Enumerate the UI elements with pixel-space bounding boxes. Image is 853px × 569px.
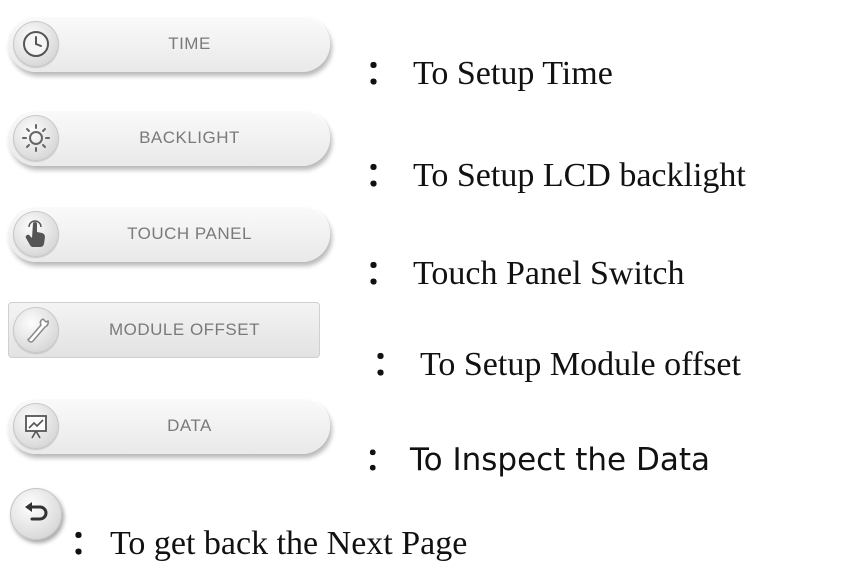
backlight-button[interactable]: BACKLIGHT (8, 110, 330, 166)
module-offset-description: ： To Setup Module offset (372, 344, 741, 384)
hand-touch-icon (13, 211, 59, 257)
time-description: ： To Setup Time (365, 53, 613, 93)
wrench-icon (13, 307, 59, 353)
data-button[interactable]: DATA (8, 398, 330, 454)
backlight-button-label: BACKLIGHT (139, 128, 240, 147)
touch-panel-button[interactable]: TOUCH PANEL (8, 206, 330, 262)
back-description: ： To get back the Next Page (70, 523, 468, 563)
touch-panel-button-label: TOUCH PANEL (127, 224, 252, 243)
time-button-label: TIME (168, 34, 211, 53)
data-description: ： To Inspect the Data (365, 442, 710, 478)
data-button-label: DATA (167, 416, 212, 435)
time-button[interactable]: TIME (8, 16, 330, 72)
sun-icon (13, 115, 59, 161)
backlight-description: ： To Setup LCD backlight (365, 155, 746, 195)
back-button[interactable] (10, 488, 62, 540)
module-offset-button[interactable]: MODULE OFFSET (8, 302, 320, 358)
touch-panel-description: ： Touch Panel Switch (365, 253, 685, 293)
chart-presentation-icon (13, 403, 59, 449)
module-offset-button-label: MODULE OFFSET (108, 320, 260, 339)
clock-icon (13, 21, 59, 67)
back-arrow-icon (21, 497, 51, 532)
